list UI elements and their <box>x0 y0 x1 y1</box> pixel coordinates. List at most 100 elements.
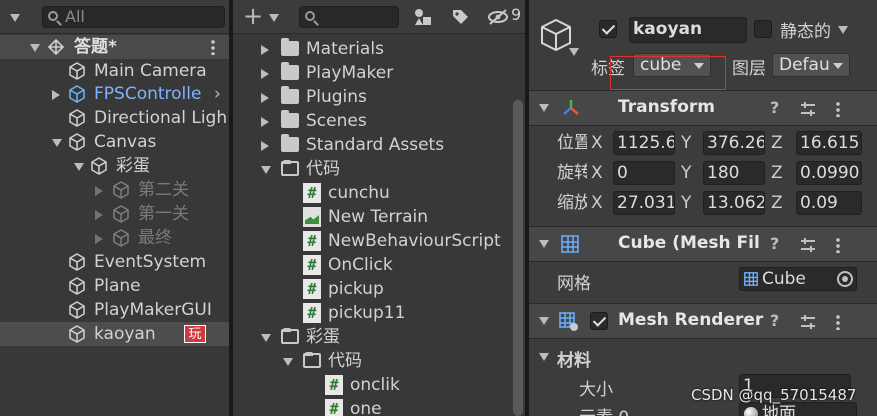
hierarchy-item-playmakergui[interactable]: PlayMakerGUI <box>0 298 229 322</box>
item-label: PlayMakerGUI <box>94 300 212 320</box>
collapse-arrow-icon[interactable] <box>283 358 293 366</box>
preset-icon[interactable] <box>800 101 816 117</box>
project-folder-standard-assets[interactable]: Standard Assets <box>233 133 511 157</box>
rotation-y-field[interactable]: 180 <box>703 161 765 185</box>
mesh-renderer-enabled-checkbox[interactable] <box>590 312 608 330</box>
project-folder-scenes[interactable]: Scenes <box>233 109 511 133</box>
project-search-input[interactable] <box>299 6 399 28</box>
hierarchy-item-directional-light[interactable]: Directional Ligh <box>0 106 229 130</box>
scene-row[interactable]: 答题* <box>0 35 229 59</box>
hierarchy-item-level-1[interactable]: 第一关 <box>0 202 229 226</box>
hierarchy-item-level-2[interactable]: 第二关 <box>0 178 229 202</box>
object-picker-icon[interactable] <box>837 271 853 287</box>
expand-arrow-icon[interactable] <box>95 186 103 196</box>
project-scrollbar[interactable] <box>513 100 523 416</box>
project-folder-materials[interactable]: Materials <box>233 37 511 61</box>
project-script-cunchu[interactable]: # cunchu <box>233 181 511 205</box>
project-folder-plugins[interactable]: Plugins <box>233 85 511 109</box>
hierarchy-item-plane[interactable]: Plane <box>0 274 229 298</box>
rotation-z-field[interactable]: 0.0990 <box>796 161 862 185</box>
component-menu-icon[interactable] <box>836 101 840 117</box>
expand-arrow-icon[interactable] <box>261 117 269 127</box>
expand-arrow-icon[interactable] <box>261 141 269 151</box>
component-menu-icon[interactable] <box>836 237 840 253</box>
hierarchy-item-eventsystem[interactable]: EventSystem <box>0 250 229 274</box>
position-z-field[interactable]: 16.615 <box>796 131 862 155</box>
collapse-arrow-icon[interactable] <box>261 334 271 342</box>
mesh-object-field[interactable]: Cube <box>739 267 857 291</box>
project-script-onclik[interactable]: # onclik <box>233 373 511 397</box>
hierarchy-item-kaoyan[interactable]: kaoyan 玩 <box>0 322 229 346</box>
hierarchy-item-fpscontroller[interactable]: FPSControlle › <box>0 82 229 106</box>
expand-arrow-icon[interactable] <box>261 45 269 55</box>
hierarchy-item-canvas[interactable]: Canvas <box>0 130 229 154</box>
collapse-icon[interactable] <box>539 317 549 325</box>
game-object-cube-icon <box>68 325 86 343</box>
collapse-arrow-icon[interactable] <box>261 166 271 174</box>
element-0-field[interactable]: 地面 <box>739 402 857 416</box>
filter-by-type-icon[interactable] <box>413 8 433 26</box>
add-dropdown-icon[interactable] <box>269 14 279 22</box>
playmaker-badge[interactable]: 玩 <box>184 325 206 343</box>
expand-arrow-icon[interactable] <box>95 210 103 220</box>
game-object-cube-icon <box>68 253 86 271</box>
position-x-field[interactable]: 1125.6 <box>613 131 675 155</box>
help-icon[interactable]: ? <box>770 234 779 253</box>
mesh-renderer-icon <box>559 312 578 331</box>
expand-arrow-icon[interactable] <box>261 69 269 79</box>
position-y-field[interactable]: 376.26 <box>703 131 765 155</box>
csharp-script-icon: # <box>325 399 343 416</box>
project-folder-caidan[interactable]: 彩蛋 <box>233 325 511 349</box>
project-asset-new-terrain[interactable]: New Terrain <box>233 205 511 229</box>
expand-arrow-icon[interactable] <box>52 90 60 100</box>
collapse-arrow-icon[interactable] <box>74 163 84 171</box>
hierarchy-item-final[interactable]: 最终 <box>0 226 229 250</box>
project-script-pickup11[interactable]: # pickup11 <box>233 301 511 325</box>
scene-expand-icon[interactable] <box>30 44 40 52</box>
item-label: 彩蛋 <box>116 156 150 176</box>
materials-expand-icon[interactable] <box>539 353 549 361</box>
scale-z-field[interactable]: 0.09 <box>796 191 862 215</box>
dropdown-caret-icon[interactable] <box>10 14 20 22</box>
mesh-filter-header[interactable]: Cube (Mesh Fil ? <box>529 226 877 262</box>
axis-label: X <box>591 133 603 153</box>
preset-icon[interactable] <box>800 314 816 330</box>
project-script-onclick[interactable]: # OnClick <box>233 253 511 277</box>
preset-icon[interactable] <box>800 237 816 253</box>
scale-x-field[interactable]: 27.031 <box>613 191 675 215</box>
project-script-pickup[interactable]: # pickup <box>233 277 511 301</box>
filter-by-label-icon[interactable] <box>451 8 469 26</box>
project-script-newbehaviourscript[interactable]: # NewBehaviourScript <box>233 229 511 253</box>
transform-header[interactable]: Transform ? <box>529 90 877 126</box>
collapse-icon[interactable] <box>539 240 549 248</box>
help-icon[interactable]: ? <box>770 98 779 117</box>
static-dropdown-icon[interactable] <box>838 26 848 34</box>
item-label: 第一关 <box>138 204 189 224</box>
project-folder-code[interactable]: 代码 <box>233 157 511 181</box>
object-name-field[interactable]: kaoyan <box>629 17 747 43</box>
icon-dropdown-icon[interactable] <box>569 48 579 56</box>
layer-dropdown[interactable]: Defau <box>772 53 850 77</box>
project-folder-caidan-code[interactable]: 代码 <box>233 349 511 373</box>
hidden-packages-icon[interactable] <box>487 9 509 25</box>
active-checkbox[interactable] <box>599 20 617 38</box>
collapse-arrow-icon[interactable] <box>52 139 62 147</box>
chevron-right-icon[interactable]: › <box>214 82 221 106</box>
static-checkbox[interactable] <box>754 20 772 38</box>
component-menu-icon[interactable] <box>836 314 840 330</box>
hierarchy-item-caidan[interactable]: 彩蛋 <box>0 154 229 178</box>
rotation-x-field[interactable]: 0 <box>613 161 675 185</box>
hierarchy-item-main-camera[interactable]: Main Camera <box>0 59 229 83</box>
collapse-icon[interactable] <box>539 104 549 112</box>
add-button[interactable]: + <box>243 2 263 30</box>
hierarchy-search-input[interactable]: All <box>42 6 225 28</box>
expand-arrow-icon[interactable] <box>261 93 269 103</box>
project-script-one[interactable]: # one <box>233 397 511 416</box>
scene-name: 答题* <box>74 37 117 57</box>
scene-menu-icon[interactable] <box>211 39 215 55</box>
project-folder-playmaker[interactable]: PlayMaker <box>233 61 511 85</box>
mesh-renderer-header[interactable]: Mesh Renderer ? <box>529 303 877 339</box>
help-icon[interactable]: ? <box>770 311 779 330</box>
scale-y-field[interactable]: 13.062 <box>703 191 765 215</box>
expand-arrow-icon[interactable] <box>95 234 103 244</box>
